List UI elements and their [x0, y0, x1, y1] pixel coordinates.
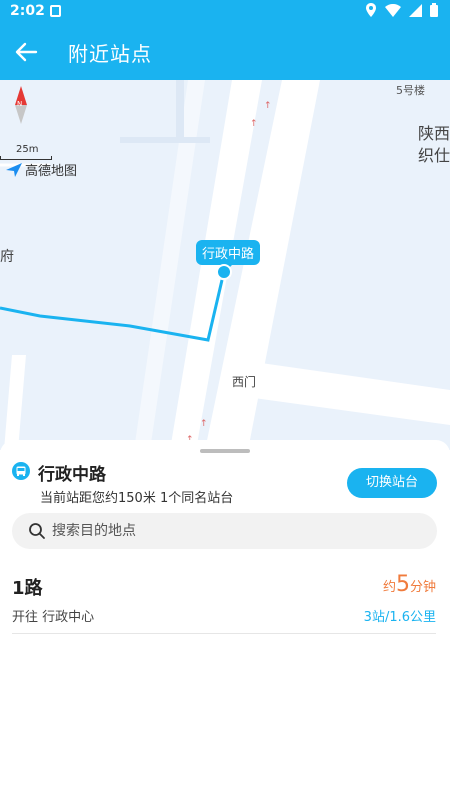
- bottom-sheet: 行政中路 当前站距您约150米 1个同名站台 切换站台 1路 约5分钟 开往 行…: [0, 440, 450, 800]
- notification-icon: [50, 5, 61, 17]
- svg-text:↑: ↑: [264, 101, 272, 111]
- map-provider-logo: 高德地图: [6, 160, 77, 179]
- map-scale: 25m: [0, 144, 52, 160]
- search-bar[interactable]: [12, 513, 437, 549]
- divider: [12, 633, 436, 634]
- page-title: 附近站点: [68, 42, 152, 66]
- bus-icon: [12, 462, 30, 480]
- map-label-left: 府: [0, 249, 14, 265]
- scale-label: 25m: [16, 144, 39, 155]
- stop-distance-info: 当前站距您约150米 1个同名站台: [40, 491, 234, 506]
- map-label-gate: 西门: [232, 375, 257, 389]
- route-distance: 3站/1.6公里: [363, 610, 436, 625]
- map-provider-name: 高德地图: [25, 164, 78, 179]
- map-label-area-b: 织仕: [418, 146, 450, 165]
- arrow-left-icon[interactable]: [10, 36, 42, 68]
- map-label-building: 5号楼: [396, 84, 425, 97]
- drag-handle[interactable]: [200, 449, 250, 453]
- compass-icon[interactable]: N: [12, 86, 30, 124]
- map-view[interactable]: ↑ ↑ ↑ ↑ N 25m 高德地图 5号楼 陕西 织仕 府 西门 行政中路: [0, 80, 450, 450]
- svg-text:↑: ↑: [200, 419, 208, 429]
- eta-unit: 分钟: [409, 580, 436, 595]
- route-direction: 开往 行政中心: [12, 610, 95, 625]
- route-name: 1路: [12, 578, 43, 599]
- map-label-area-a: 陕西: [418, 124, 450, 143]
- app-bar: 附近站点: [0, 24, 450, 80]
- signal-icon: [409, 3, 422, 17]
- location-icon: [366, 3, 376, 17]
- eta-value: 5: [395, 572, 410, 597]
- system-icons: [365, 3, 438, 17]
- status-time: 2:02: [10, 3, 45, 19]
- search-icon: [29, 523, 45, 539]
- amap-logo-icon: [6, 162, 22, 177]
- route-eta: 约5分钟: [383, 572, 436, 597]
- svg-text:↑: ↑: [250, 119, 258, 129]
- status-bar: 2:02: [0, 0, 450, 24]
- search-input[interactable]: [52, 513, 422, 549]
- stop-name: 行政中路: [38, 465, 106, 485]
- bus-stop-pin-icon[interactable]: [216, 264, 232, 280]
- route-item[interactable]: 1路 约5分钟 开往 行政中心 3站/1.6公里: [0, 564, 450, 634]
- svg-text:N: N: [17, 100, 22, 108]
- wifi-icon: [385, 3, 401, 17]
- bus-stop-marker-label[interactable]: 行政中路: [196, 240, 261, 271]
- battery-icon: [430, 3, 438, 17]
- eta-prefix: 约: [382, 580, 396, 595]
- switch-platform-button[interactable]: 切换站台: [347, 468, 437, 498]
